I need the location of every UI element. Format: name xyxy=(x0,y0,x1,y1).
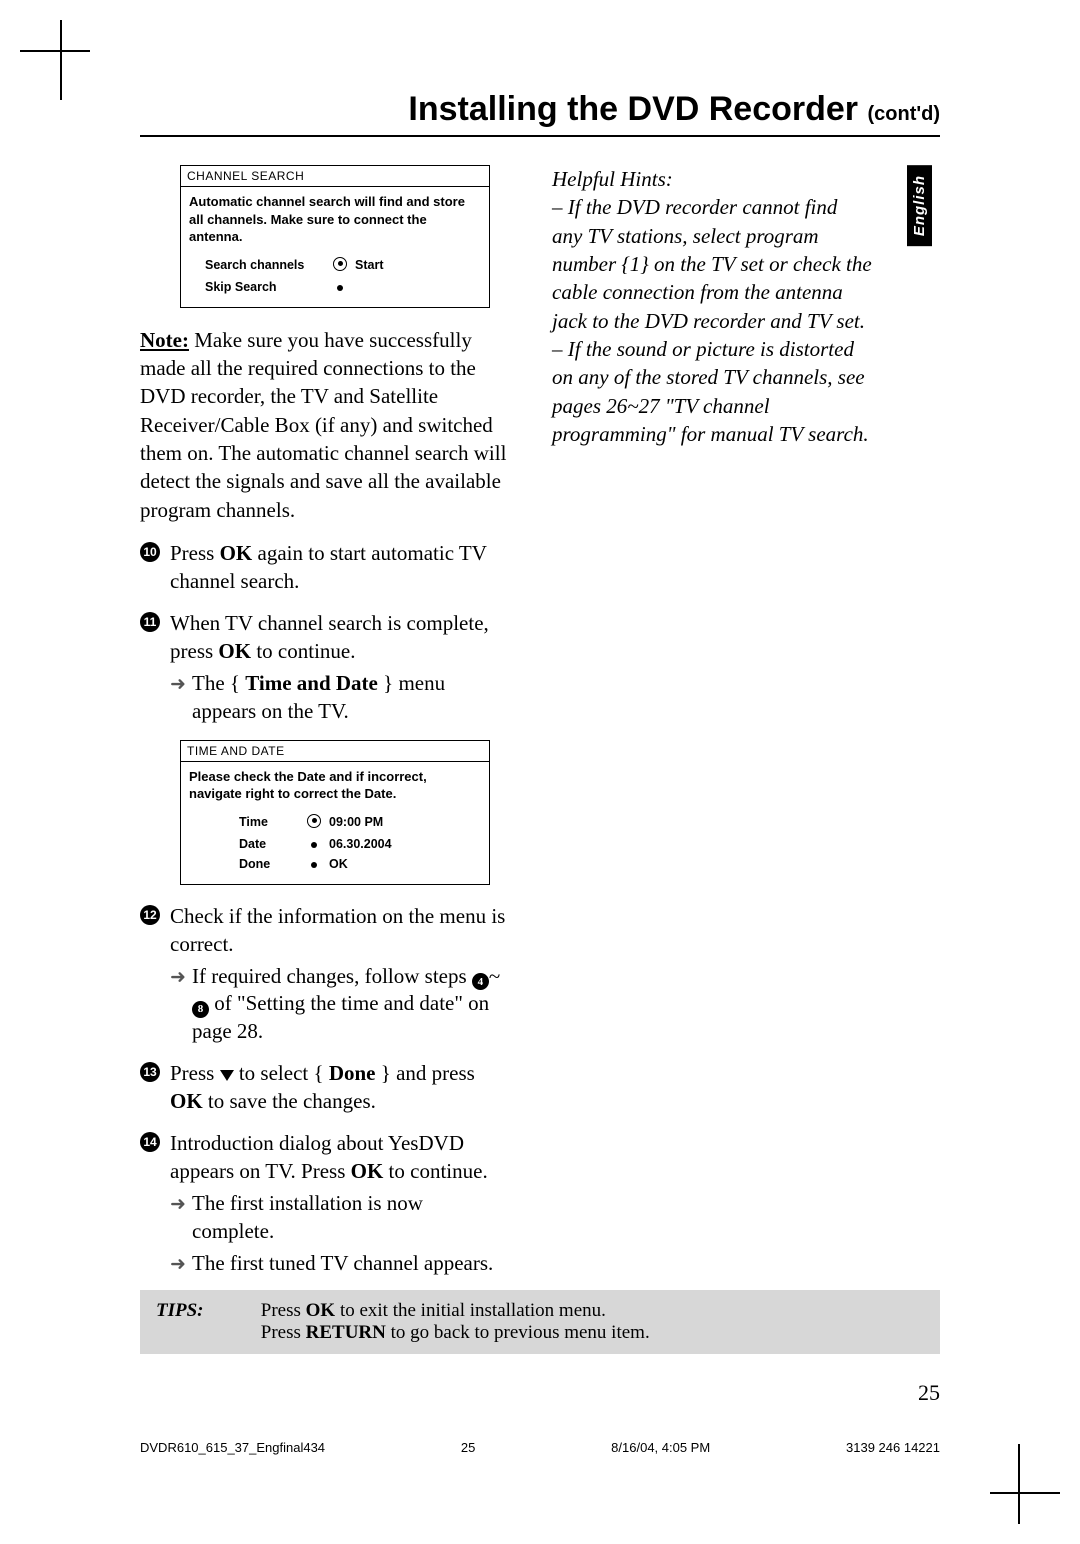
arrow-icon: ➜ xyxy=(170,1252,192,1277)
step-list: 10 Press OK again to start automatic TV … xyxy=(140,540,510,726)
osd1-row-skip: Skip Search xyxy=(189,277,481,297)
osd2-r1-label: Time xyxy=(239,815,299,829)
dot-icon xyxy=(299,857,329,871)
step-number-11: 11 xyxy=(140,612,160,632)
step-number-13: 13 xyxy=(140,1062,160,1082)
tips-l2-pre: Press xyxy=(261,1322,306,1343)
arrow-icon: ➜ xyxy=(170,1192,192,1217)
osd1-title: CHANNEL SEARCH xyxy=(181,166,489,187)
hint-1: – If the DVD recorder cannot find any TV… xyxy=(552,193,872,335)
s13-post: to save the changes. xyxy=(203,1089,376,1113)
s12-sub-post: of "Setting the time and date" on page 2… xyxy=(192,991,489,1043)
hints-title: Helpful Hints: xyxy=(552,165,872,193)
osd-time-date: TIME AND DATE Please check the Date and … xyxy=(180,740,490,885)
step-number-14: 14 xyxy=(140,1132,160,1152)
arrow-icon: ➜ xyxy=(170,672,192,697)
note-label: Note: xyxy=(140,328,189,352)
right-column: English Helpful Hints: – If the DVD reco… xyxy=(552,165,932,1321)
page-title: Installing the DVD Recorder (cont'd) xyxy=(140,90,940,137)
page-number: 25 xyxy=(918,1380,940,1406)
footer-date: 8/16/04, 4:05 PM xyxy=(611,1440,710,1455)
footer-file: DVDR610_615_37_Engfinal434 xyxy=(140,1440,325,1455)
s11-sub-pre: The { xyxy=(192,671,245,695)
s11-sub-bold: Time and Date xyxy=(245,671,378,695)
footer-code: 3139 246 14221 xyxy=(846,1440,940,1455)
step-14: 14 Introduction dialog about YesDVD appe… xyxy=(140,1130,510,1278)
s12-tilde: ~ xyxy=(489,964,500,988)
ring-icon xyxy=(299,814,329,831)
osd1-row2-label: Skip Search xyxy=(205,280,325,294)
osd-channel-search: CHANNEL SEARCH Automatic channel search … xyxy=(180,165,490,308)
osd2-row-done: Done OK xyxy=(189,854,481,874)
tips-l1-pre: Press xyxy=(261,1300,306,1321)
osd1-row-search: Search channels Start xyxy=(189,254,481,277)
osd2-text: Please check the Date and if incorrect, … xyxy=(189,768,481,803)
dot-icon xyxy=(325,280,355,294)
note-paragraph: Note: Make sure you have successfully ma… xyxy=(140,326,510,524)
step-12: 12 Check if the information on the menu … xyxy=(140,903,510,1047)
s12-text: Check if the information on the menu is … xyxy=(170,904,505,956)
s13-mid: to select { xyxy=(234,1061,329,1085)
tips-l1-bold: OK xyxy=(306,1300,336,1321)
s10-pre: Press xyxy=(170,541,220,565)
osd1-text: Automatic channel search will find and s… xyxy=(189,193,481,246)
step-11: 11 When TV channel search is complete, p… xyxy=(140,610,510,726)
step-ref-8: 8 xyxy=(192,1001,209,1018)
step-10: 10 Press OK again to start automatic TV … xyxy=(140,540,510,596)
s14-post: to continue. xyxy=(383,1159,487,1183)
step-number-10: 10 xyxy=(140,542,160,562)
s12-sub-pre: If required changes, follow steps xyxy=(192,964,472,988)
s13-mid2: } and press xyxy=(375,1061,474,1085)
s14-ok: OK xyxy=(351,1159,384,1183)
osd2-r3-value: OK xyxy=(329,857,348,871)
title-contd: (cont'd) xyxy=(867,103,940,125)
osd1-row1-value: Start xyxy=(355,258,383,272)
dot-icon xyxy=(299,837,329,851)
s11-ok: OK xyxy=(218,639,251,663)
title-main: Installing the DVD Recorder xyxy=(408,90,858,128)
s11-post: to continue. xyxy=(251,639,355,663)
osd2-r3-label: Done xyxy=(239,857,299,871)
tips-label: TIPS: xyxy=(156,1300,256,1322)
tips-bar: TIPS: Press OK to exit the initial insta… xyxy=(140,1290,940,1354)
s13-ok: OK xyxy=(170,1089,203,1113)
left-column: CHANNEL SEARCH Automatic channel search … xyxy=(140,165,510,1321)
language-tab: English xyxy=(907,165,932,246)
s10-ok: OK xyxy=(220,541,253,565)
osd2-row-time: Time 09:00 PM xyxy=(189,811,481,834)
osd2-r1-value: 09:00 PM xyxy=(329,815,383,829)
s13-done: Done xyxy=(329,1061,376,1085)
hint-2: – If the sound or picture is distorted o… xyxy=(552,335,872,448)
footer-pg: 25 xyxy=(461,1440,475,1455)
note-text: Make sure you have successfully made all… xyxy=(140,328,506,522)
step-number-12: 12 xyxy=(140,905,160,925)
arrow-icon: ➜ xyxy=(170,965,192,990)
tips-l2-post: to go back to previous menu item. xyxy=(386,1322,650,1343)
tips-l2-bold: RETURN xyxy=(306,1322,386,1343)
s14-sub1: The first installation is now complete. xyxy=(192,1190,510,1246)
osd2-title: TIME AND DATE xyxy=(181,741,489,762)
osd2-row-date: Date 06.30.2004 xyxy=(189,834,481,854)
osd1-row1-label: Search channels xyxy=(205,258,325,272)
step-13: 13 Press to select { Done } and press OK… xyxy=(140,1060,510,1116)
tips-l1-post: to exit the initial installation menu. xyxy=(335,1300,606,1321)
page-content: Installing the DVD Recorder (cont'd) CHA… xyxy=(140,90,940,1321)
footer: DVDR610_615_37_Engfinal434 25 8/16/04, 4… xyxy=(140,1440,940,1455)
s13-pre: Press xyxy=(170,1061,220,1085)
down-triangle-icon xyxy=(220,1070,234,1081)
osd2-r2-label: Date xyxy=(239,837,299,851)
osd2-r2-value: 06.30.2004 xyxy=(329,837,392,851)
step-ref-4: 4 xyxy=(472,973,489,990)
s14-sub2: The first tuned TV channel appears. xyxy=(192,1250,510,1278)
ring-icon xyxy=(325,257,355,274)
